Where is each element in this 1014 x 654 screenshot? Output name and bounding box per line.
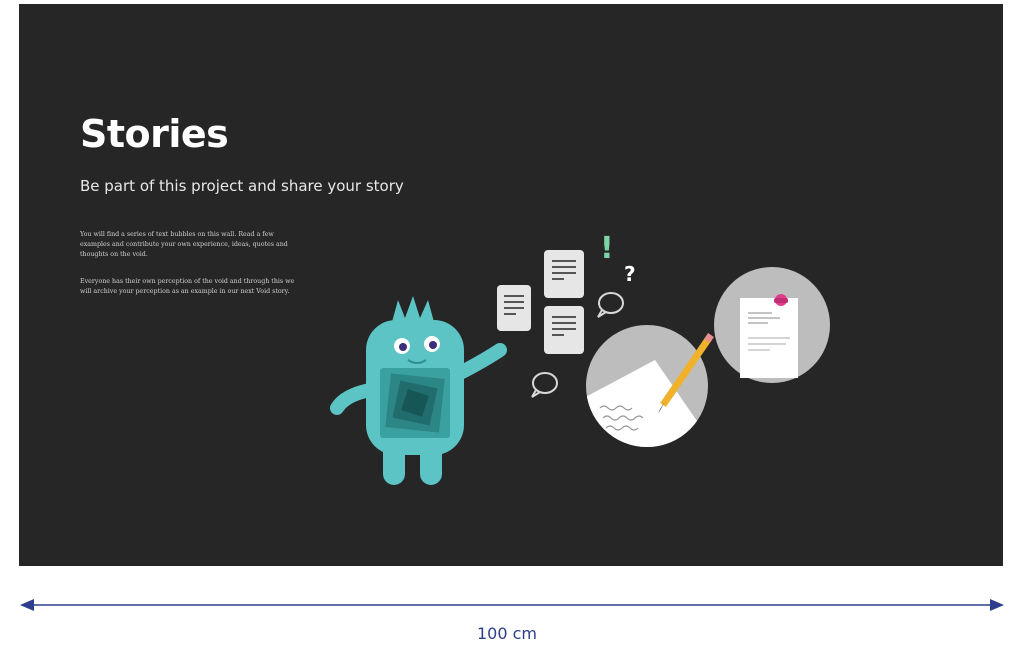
question-mark: ? <box>624 262 636 286</box>
writing-circle <box>586 325 714 447</box>
exclamation-mark: ! <box>600 231 614 266</box>
dimension-label: 100 cm <box>476 624 537 643</box>
speech-bubble-icon <box>597 292 624 318</box>
dimension-arrow <box>20 599 1004 611</box>
stories-illustration: ! ? <box>330 231 830 485</box>
text-bubble-documents <box>497 250 584 354</box>
note-circle <box>714 267 830 383</box>
monster-character <box>330 296 507 485</box>
speech-bubble-icon <box>531 372 558 398</box>
